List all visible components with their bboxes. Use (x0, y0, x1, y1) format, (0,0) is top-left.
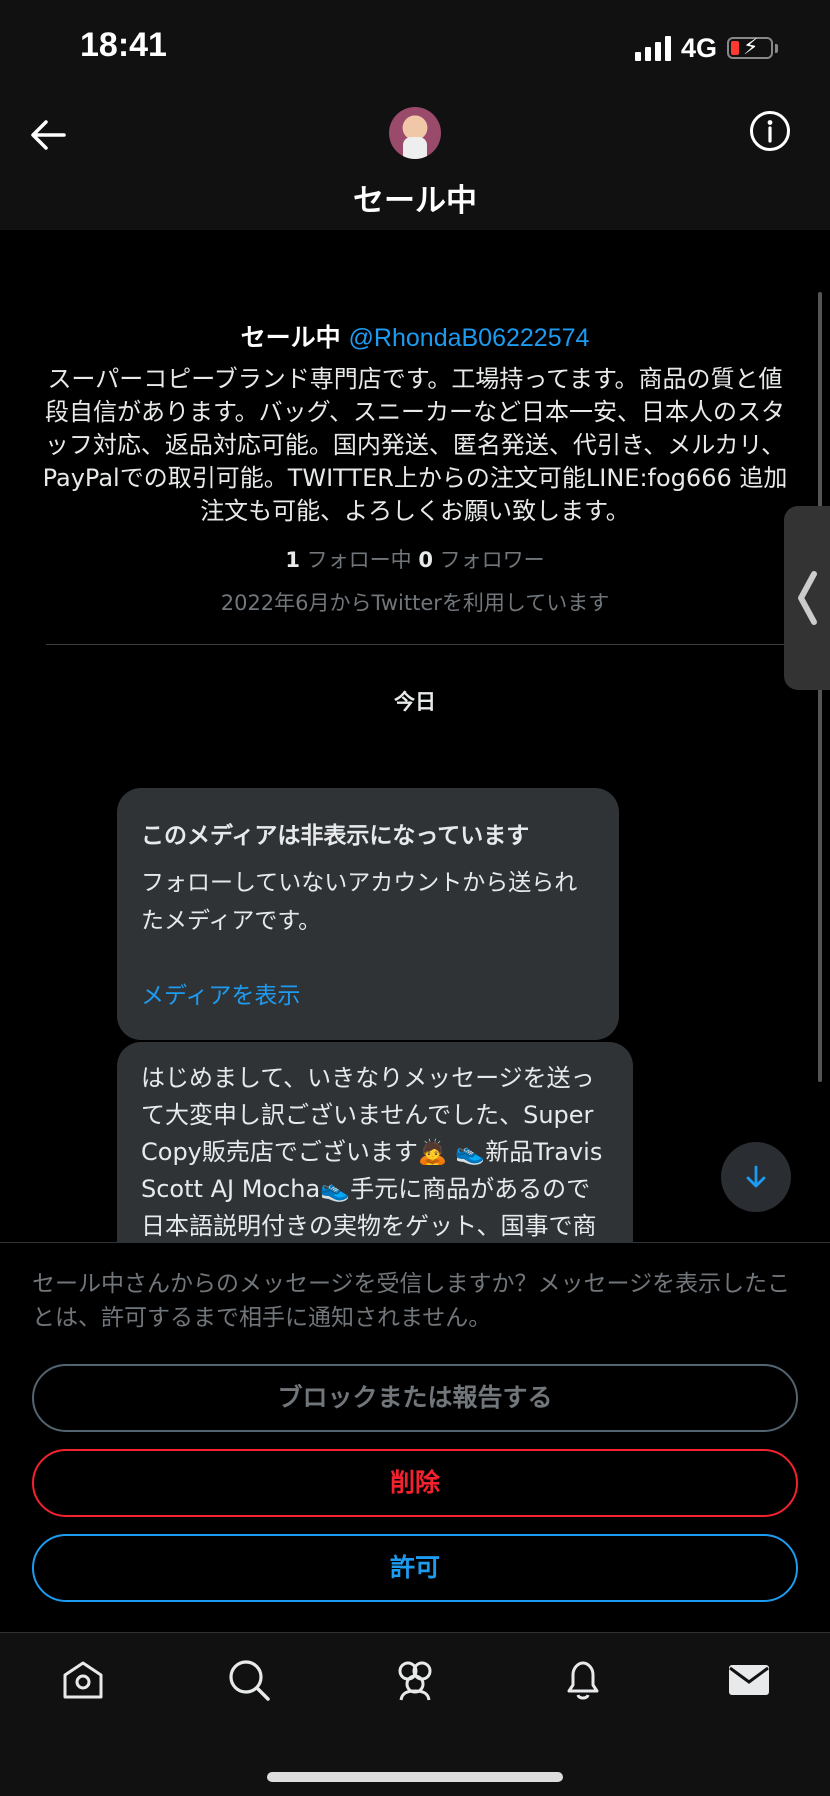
status-time: 18:41 (80, 26, 167, 64)
signal-icon (634, 35, 671, 61)
battery-tip (775, 43, 778, 53)
network-type: 4G (680, 32, 717, 63)
arrow-down-icon (746, 1165, 766, 1188)
info-button[interactable] (748, 109, 792, 153)
back-button[interactable] (26, 113, 70, 157)
followers-label[interactable]: フォロワー (440, 548, 545, 572)
show-media-link[interactable]: メディアを表示 (141, 976, 595, 1010)
avatar[interactable] (389, 107, 441, 159)
conversation-header: セール中 (0, 95, 830, 230)
following-count[interactable]: 1 (285, 548, 300, 572)
request-prompt: セール中さんからのメッセージを受信しますか？メッセージを表示したことは、許可する… (32, 1271, 791, 1331)
tab-home[interactable] (60, 1657, 106, 1703)
followers-count[interactable]: 0 (418, 548, 433, 572)
tab-notifications[interactable] (560, 1657, 606, 1703)
tab-communities[interactable] (392, 1657, 438, 1703)
message-request-panel: セール中さんからのメッセージを受信しますか？メッセージを表示したことは、許可する… (0, 1242, 830, 1633)
notifications-icon (567, 1661, 599, 1700)
profile-stats: 1 フォロー中 0 フォロワー (0, 544, 830, 574)
following-label[interactable]: フォロー中 (307, 548, 412, 572)
delete-button[interactable]: 削除 (32, 1449, 798, 1517)
hidden-media-message: このメディアは非表示になっています フォローしていないアカウントから送られたメデ… (117, 788, 619, 1040)
profile-name[interactable]: セール中 (241, 323, 341, 352)
message-text: はじめまして、いきなりメッセージを送って大変申し訳ございませんでした、Super… (141, 1064, 603, 1240)
date-separator: 今日 (394, 690, 436, 714)
home-indicator[interactable] (267, 1772, 563, 1782)
block-or-report-button[interactable]: ブロックまたは報告する (32, 1364, 798, 1432)
media-hidden-title: このメディアは非表示になっています (141, 823, 530, 849)
tab-bar (0, 1632, 830, 1796)
profile-handle[interactable]: @RhondaB06222574 (349, 324, 590, 352)
joined-date: 2022年6月からTwitterを利用しています (220, 591, 610, 615)
message-bubble: はじめまして、いきなりメッセージを送って大変申し訳ございませんでした、Super… (117, 1042, 633, 1242)
divider (46, 644, 784, 645)
page-title: セール中 (353, 183, 477, 219)
media-hidden-description: フォローしていないアカウントから送られたメディアです。 (141, 870, 578, 934)
arrow-left-icon (31, 120, 66, 150)
status-indicators: 4G ⚡ (634, 30, 778, 66)
status-bar: 18:41 4G ⚡ (0, 0, 830, 95)
info-icon (750, 111, 790, 151)
scroll-to-bottom-button[interactable] (721, 1142, 791, 1212)
tab-messages[interactable] (726, 1657, 772, 1703)
profile-name-line: セール中 @RhondaB06222574 (0, 318, 830, 354)
search-icon (229, 1660, 270, 1701)
home-icon (63, 1661, 103, 1699)
allow-button[interactable]: 許可 (32, 1534, 798, 1602)
battery-icon: ⚡ (727, 35, 773, 60)
messages-icon (729, 1665, 769, 1695)
profile-bio: スーパーコピーブランド専門店です。工場持ってます。商品の質と値段自信があります。… (42, 365, 788, 525)
communities-icon (398, 1661, 432, 1701)
tab-search[interactable] (226, 1657, 272, 1703)
